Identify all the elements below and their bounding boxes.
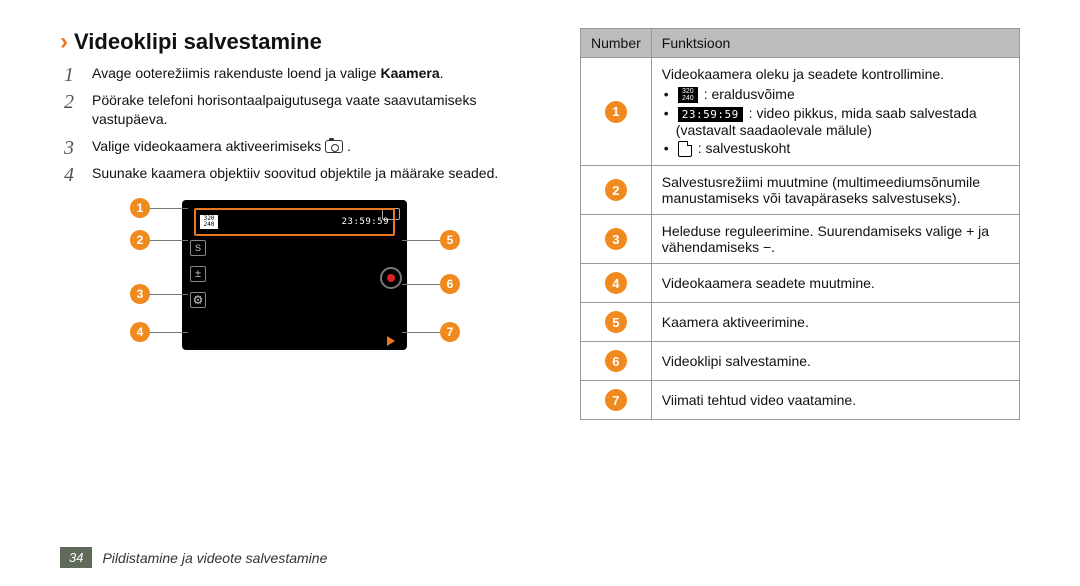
left-column: › Videoklipi salvestamine 1 Avage ootere…	[60, 28, 530, 420]
step-item: 4 Suunake kaamera objektiiv soovitud obj…	[64, 164, 530, 183]
step-item: 3 Valige videokaamera aktiveerimiseks .	[64, 137, 530, 156]
callout-line	[150, 294, 188, 295]
callout-dot: 6	[440, 274, 460, 294]
step-list: 1 Avage ooterežiimis rakenduste loend ja…	[64, 64, 530, 182]
sd-card-icon	[678, 141, 692, 157]
storage-icon	[190, 240, 206, 256]
gear-icon	[190, 292, 206, 308]
page-footer: 34 Pildistamine ja videote salvestamine	[60, 547, 327, 568]
function-table: Number Funktsioon 1 Videokaamera oleku j…	[580, 28, 1020, 420]
chevron-right-icon: ›	[60, 28, 68, 56]
table-row: 5 Kaamera aktiveerimine.	[581, 303, 1020, 342]
callout-line	[402, 332, 440, 333]
callout: 5	[402, 230, 460, 250]
step-text: Suunake kaamera objektiiv soovitud objek…	[92, 165, 498, 181]
callout: 3	[130, 284, 188, 304]
step-item: 2 Pöörake telefoni horisontaalpaigutuseg…	[64, 91, 530, 129]
list-item: : salvestuskoht	[662, 140, 1009, 157]
row-text: Viimati tehtud video vaatamine.	[651, 381, 1019, 420]
step-text: Pöörake telefoni horisontaalpaigutusega …	[92, 92, 476, 127]
row-text: Videoklipi salvestamine.	[651, 342, 1019, 381]
th-function: Funktsioon	[651, 29, 1019, 58]
bullet-list: 320 240 : eraldusvõime 23:59:59 : video …	[662, 86, 1009, 157]
exposure-icon	[190, 266, 206, 282]
step-text: Valige videokaamera aktiveerimiseks .	[92, 138, 351, 154]
status-bar: 320 240 23:59:59	[194, 208, 395, 236]
callout: 1	[130, 198, 188, 218]
step-number: 4	[64, 162, 74, 189]
camera-icon	[325, 140, 343, 153]
callout-dot: 1	[130, 198, 150, 218]
record-button-icon	[380, 267, 402, 289]
row-number-dot: 1	[605, 101, 627, 123]
callout-line	[402, 284, 440, 285]
callout: 6	[402, 274, 460, 294]
list-item: 23:59:59 : video pikkus, mida saab salve…	[662, 105, 1009, 138]
callout-line	[150, 332, 188, 333]
callout-dot: 4	[130, 322, 150, 342]
table-row: 6 Videoklipi salvestamine.	[581, 342, 1020, 381]
play-icon	[387, 336, 395, 346]
resolution-icon: 320 240	[200, 215, 218, 229]
two-column-layout: › Videoklipi salvestamine 1 Avage ootere…	[60, 28, 1020, 420]
table-row: 7 Viimati tehtud video vaatamine.	[581, 381, 1020, 420]
section-title-text: Videoklipi salvestamine	[74, 29, 322, 55]
callout-dot: 5	[440, 230, 460, 250]
row-number-dot: 7	[605, 389, 627, 411]
chapter-title: Pildistamine ja videote salvestamine	[102, 550, 327, 566]
row-text: Salvestusrežiimi muutmine (multimeediums…	[651, 166, 1019, 215]
callout: 2	[130, 230, 188, 250]
viewfinder-diagram: 320 240 23:59:59	[130, 192, 460, 372]
row-number-dot: 4	[605, 272, 627, 294]
list-item: 320 240 : eraldusvõime	[662, 86, 1009, 103]
step-text: Avage ooterežiimis rakenduste loend ja v…	[92, 65, 444, 81]
step-number: 2	[64, 89, 74, 116]
callout: 4	[130, 322, 188, 342]
table-row: 2 Salvestusrežiimi muutmine (multimeediu…	[581, 166, 1020, 215]
row-text: Heleduse reguleerimine. Suurendamiseks v…	[651, 215, 1019, 264]
table-row: 3 Heleduse reguleerimine. Suurendamiseks…	[581, 215, 1020, 264]
step-item: 1 Avage ooterežiimis rakenduste loend ja…	[64, 64, 530, 83]
camera-screen: 320 240 23:59:59	[182, 200, 407, 350]
time-chip-icon: 23:59:59	[678, 107, 743, 122]
left-icon-column	[184, 240, 212, 308]
step-number: 3	[64, 135, 74, 162]
callout: 7	[402, 322, 460, 342]
manual-page: › Videoklipi salvestamine 1 Avage ootere…	[0, 0, 1080, 586]
right-column: Number Funktsioon 1 Videokaamera oleku j…	[580, 28, 1020, 420]
th-number: Number	[581, 29, 652, 58]
callout-dot: 7	[440, 322, 460, 342]
table-row: 4 Videokaamera seadete muutmine.	[581, 264, 1020, 303]
row-text: Videokaamera seadete muutmine.	[651, 264, 1019, 303]
callout-line	[150, 240, 188, 241]
callout-dot: 3	[130, 284, 150, 304]
row-number-dot: 2	[605, 179, 627, 201]
section-heading: › Videoklipi salvestamine	[60, 28, 530, 56]
recording-time: 23:59:59	[342, 217, 389, 227]
row-text: Videokaamera oleku ja seadete kontrollim…	[651, 58, 1019, 166]
callout-line	[150, 208, 188, 209]
table-row: 1 Videokaamera oleku ja seadete kontroll…	[581, 58, 1020, 166]
row-number-dot: 5	[605, 311, 627, 333]
row-number-dot: 3	[605, 228, 627, 250]
page-number: 34	[60, 547, 92, 568]
callout-dot: 2	[130, 230, 150, 250]
callout-line	[402, 240, 440, 241]
step-number: 1	[64, 62, 74, 89]
resolution-chip-icon: 320 240	[678, 87, 698, 103]
record-dot-icon	[387, 274, 395, 282]
row-text: Kaamera aktiveerimine.	[651, 303, 1019, 342]
row-number-dot: 6	[605, 350, 627, 372]
